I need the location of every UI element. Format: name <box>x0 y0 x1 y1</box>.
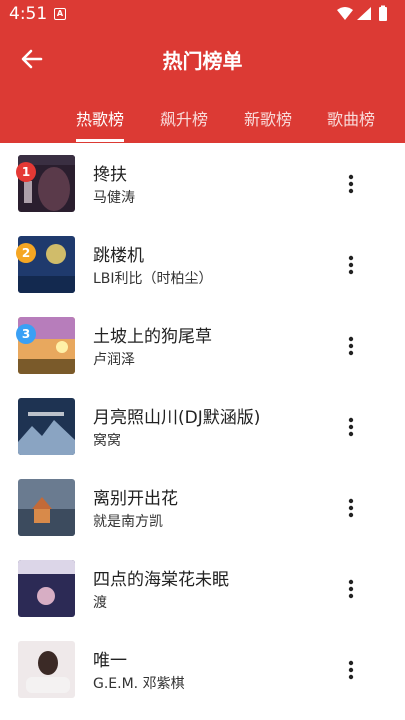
more-button[interactable] <box>338 495 364 521</box>
tab-bar: 热歌榜 飙升榜 新歌榜 歌曲榜 <box>0 98 405 143</box>
tab-indicator <box>76 139 124 142</box>
tab-songs[interactable]: 歌曲榜 <box>327 106 375 130</box>
song-artist: G.E.M. 邓紫棋 <box>93 676 185 692</box>
more-vertical-icon <box>348 660 354 680</box>
list-item[interactable]: 3 土坡上的狗尾草 卢润泽 <box>0 305 405 386</box>
list-item[interactable]: 2 跳楼机 LBI利比（时柏尘） <box>0 224 405 305</box>
song-title: 离别开出花 <box>93 489 178 509</box>
more-button[interactable] <box>338 576 364 602</box>
status-time: 4:51 <box>9 4 48 24</box>
song-artist: 卢润泽 <box>93 352 135 368</box>
list-item[interactable]: 1 搀扶 马健涛 <box>0 143 405 224</box>
more-button[interactable] <box>338 171 364 197</box>
song-title: 唯一 <box>93 651 127 671</box>
list-item[interactable]: 四点的海棠花未眠 渡 <box>0 548 405 629</box>
tab-new[interactable]: 新歌榜 <box>244 106 292 130</box>
more-vertical-icon <box>348 174 354 194</box>
more-button[interactable] <box>338 252 364 278</box>
song-title: 土坡上的狗尾草 <box>93 327 212 347</box>
album-cover <box>18 641 75 698</box>
more-button[interactable] <box>338 414 364 440</box>
battery-icon <box>379 5 387 21</box>
song-artist: 渡 <box>93 595 107 611</box>
more-vertical-icon <box>348 336 354 356</box>
album-cover <box>18 560 75 617</box>
song-artist: 窝窝 <box>93 433 121 449</box>
page-title: 热门榜单 <box>162 49 243 73</box>
status-bar: 4:51 A <box>0 0 405 28</box>
album-cover <box>18 398 75 455</box>
more-button[interactable] <box>338 657 364 683</box>
album-cover <box>18 479 75 536</box>
more-vertical-icon <box>348 255 354 275</box>
wifi-icon <box>337 7 353 20</box>
more-button[interactable] <box>338 333 364 359</box>
more-vertical-icon <box>348 579 354 599</box>
song-title: 四点的海棠花未眠 <box>93 570 229 590</box>
more-vertical-icon <box>348 498 354 518</box>
song-title: 跳楼机 <box>93 246 144 266</box>
song-artist: LBI利比（时柏尘） <box>93 271 213 287</box>
list-item[interactable]: 离别开出花 就是南方凯 <box>0 467 405 548</box>
list-item[interactable]: 月亮照山川(DJ默涵版) 窝窝 <box>0 386 405 467</box>
signal-icon <box>357 7 371 20</box>
notification-icon: A <box>54 8 66 20</box>
list-item[interactable]: 唯一 G.E.M. 邓紫棋 <box>0 629 405 710</box>
more-vertical-icon <box>348 417 354 437</box>
tab-hot[interactable]: 热歌榜 <box>76 106 124 130</box>
song-title: 月亮照山川(DJ默涵版) <box>93 408 261 428</box>
app-header: 4:51 A 热门榜单 热歌榜 飙升榜 新歌榜 歌曲榜 <box>0 0 405 143</box>
rank-badge: 3 <box>16 324 36 344</box>
rank-badge: 2 <box>16 243 36 263</box>
tab-rising[interactable]: 飙升榜 <box>160 106 208 130</box>
song-artist: 马健涛 <box>93 190 135 206</box>
song-title: 搀扶 <box>93 165 127 185</box>
song-artist: 就是南方凯 <box>93 514 163 530</box>
status-icons <box>337 5 387 21</box>
rank-badge: 1 <box>16 162 36 182</box>
song-list: 1 搀扶 马健涛 2 跳楼机 LBI利比（时柏尘） 3 土坡上的狗尾草 卢润泽 … <box>0 143 405 720</box>
